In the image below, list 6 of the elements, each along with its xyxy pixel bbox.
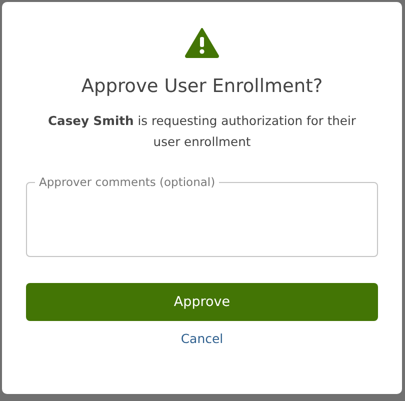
- cancel-link[interactable]: Cancel: [176, 329, 228, 348]
- comments-field[interactable]: Approver comments (optional): [26, 175, 378, 257]
- dialog-title: Approve User Enrollment?: [81, 76, 323, 97]
- approve-button[interactable]: Approve: [26, 283, 378, 321]
- warning-icon: [185, 28, 219, 58]
- dialog-message: Casey Smith is requesting authorization for their user enrollment: [47, 113, 357, 151]
